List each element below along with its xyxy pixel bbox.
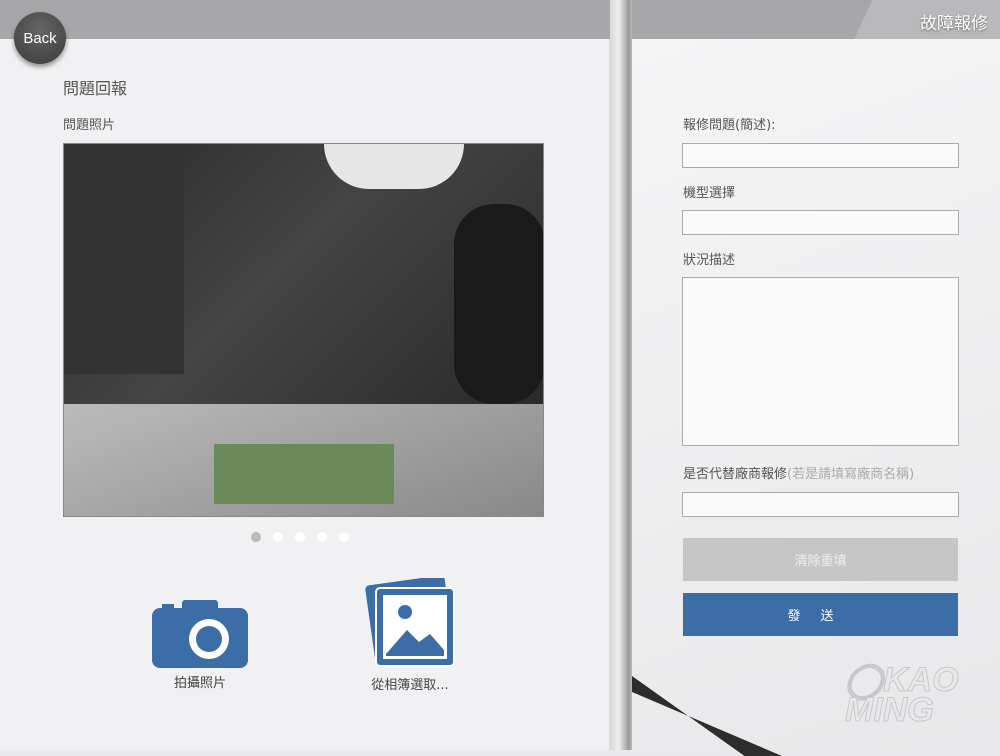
choose-album-label: 從相簿選取... — [371, 678, 449, 693]
vendor-input[interactable] — [682, 492, 959, 517]
issue-input[interactable] — [682, 143, 959, 168]
vendor-label: 是否代替廠商報修(若是請填寫廠商名稱) — [683, 463, 914, 482]
model-select[interactable] — [682, 210, 959, 235]
vendor-hint: (若是請填寫廠商名稱) — [787, 467, 915, 482]
send-button[interactable]: 發送 — [683, 593, 958, 636]
carousel-dot[interactable] — [273, 532, 283, 542]
photo-carousel-dots[interactable] — [251, 532, 349, 542]
page-title: 故障報修 — [920, 14, 988, 34]
header-bar: 故障報修 — [0, 0, 1000, 39]
photo-label: 問題照片 — [63, 118, 116, 133]
panel-divider — [610, 0, 632, 750]
carousel-dot[interactable] — [295, 532, 305, 542]
back-button[interactable]: Back — [14, 12, 66, 64]
problem-photo[interactable] — [63, 143, 544, 517]
carousel-dot[interactable] — [251, 532, 261, 542]
issue-label: 報修問題(簡述): — [683, 118, 776, 133]
clear-button[interactable]: 清除重填 — [683, 538, 958, 581]
carousel-dot[interactable] — [317, 532, 327, 542]
camera-icon — [152, 600, 248, 668]
take-photo-label: 拍攝照片 — [173, 676, 226, 691]
model-label: 機型選擇 — [683, 186, 736, 201]
take-photo-button[interactable]: 拍攝照片 — [150, 598, 250, 691]
choose-album-button[interactable]: 從相簿選取... — [350, 575, 470, 693]
section-heading: 問題回報 — [63, 79, 128, 98]
description-textarea[interactable] — [682, 277, 959, 446]
carousel-dot[interactable] — [339, 532, 349, 542]
kaoming-logo: ◯KAO MING — [845, 661, 960, 729]
vendor-label-text: 是否代替廠商報修 — [683, 467, 788, 482]
gallery-icon — [365, 575, 455, 667]
description-label: 狀況描述 — [683, 253, 736, 268]
